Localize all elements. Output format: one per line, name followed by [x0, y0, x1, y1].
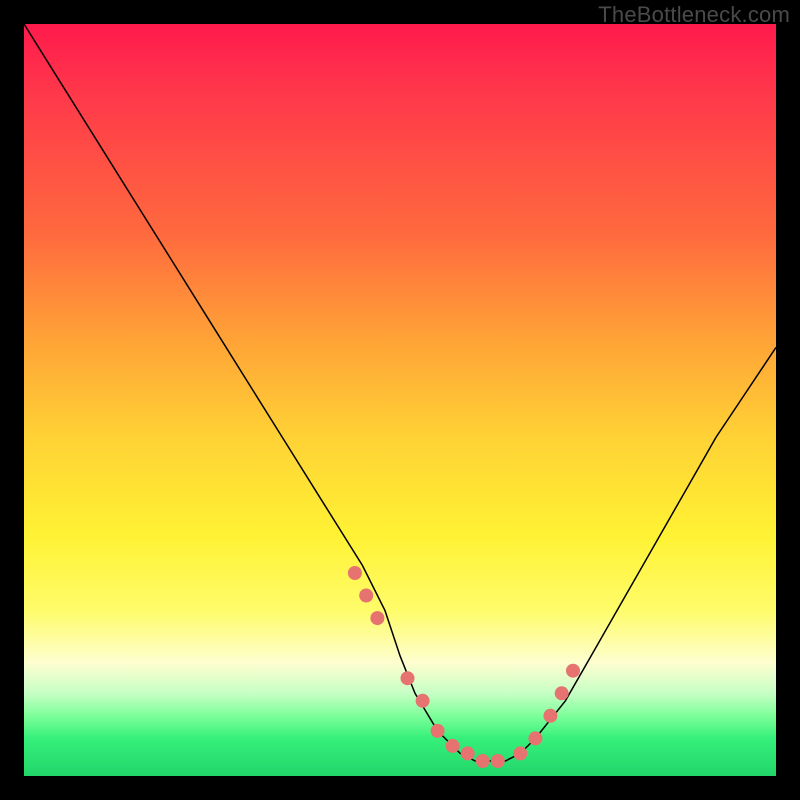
highlight-dot [416, 694, 430, 708]
chart-frame: TheBottleneck.com [0, 0, 800, 800]
highlight-dot [476, 754, 490, 768]
highlight-dot [543, 709, 557, 723]
plot-area [24, 24, 776, 776]
highlight-dot [431, 724, 445, 738]
highlight-dots [348, 566, 580, 768]
highlight-dot [528, 731, 542, 745]
highlight-dot [491, 754, 505, 768]
watermark: TheBottleneck.com [598, 2, 790, 28]
highlight-dot [555, 686, 569, 700]
highlight-dot [566, 664, 580, 678]
highlight-dot [370, 611, 384, 625]
bottleneck-curve [24, 24, 776, 761]
highlight-dot [513, 746, 527, 760]
highlight-dot [348, 566, 362, 580]
highlight-dot [401, 671, 415, 685]
chart-svg [24, 24, 776, 776]
highlight-dot [359, 589, 373, 603]
highlight-dot [446, 739, 460, 753]
highlight-dot [461, 746, 475, 760]
